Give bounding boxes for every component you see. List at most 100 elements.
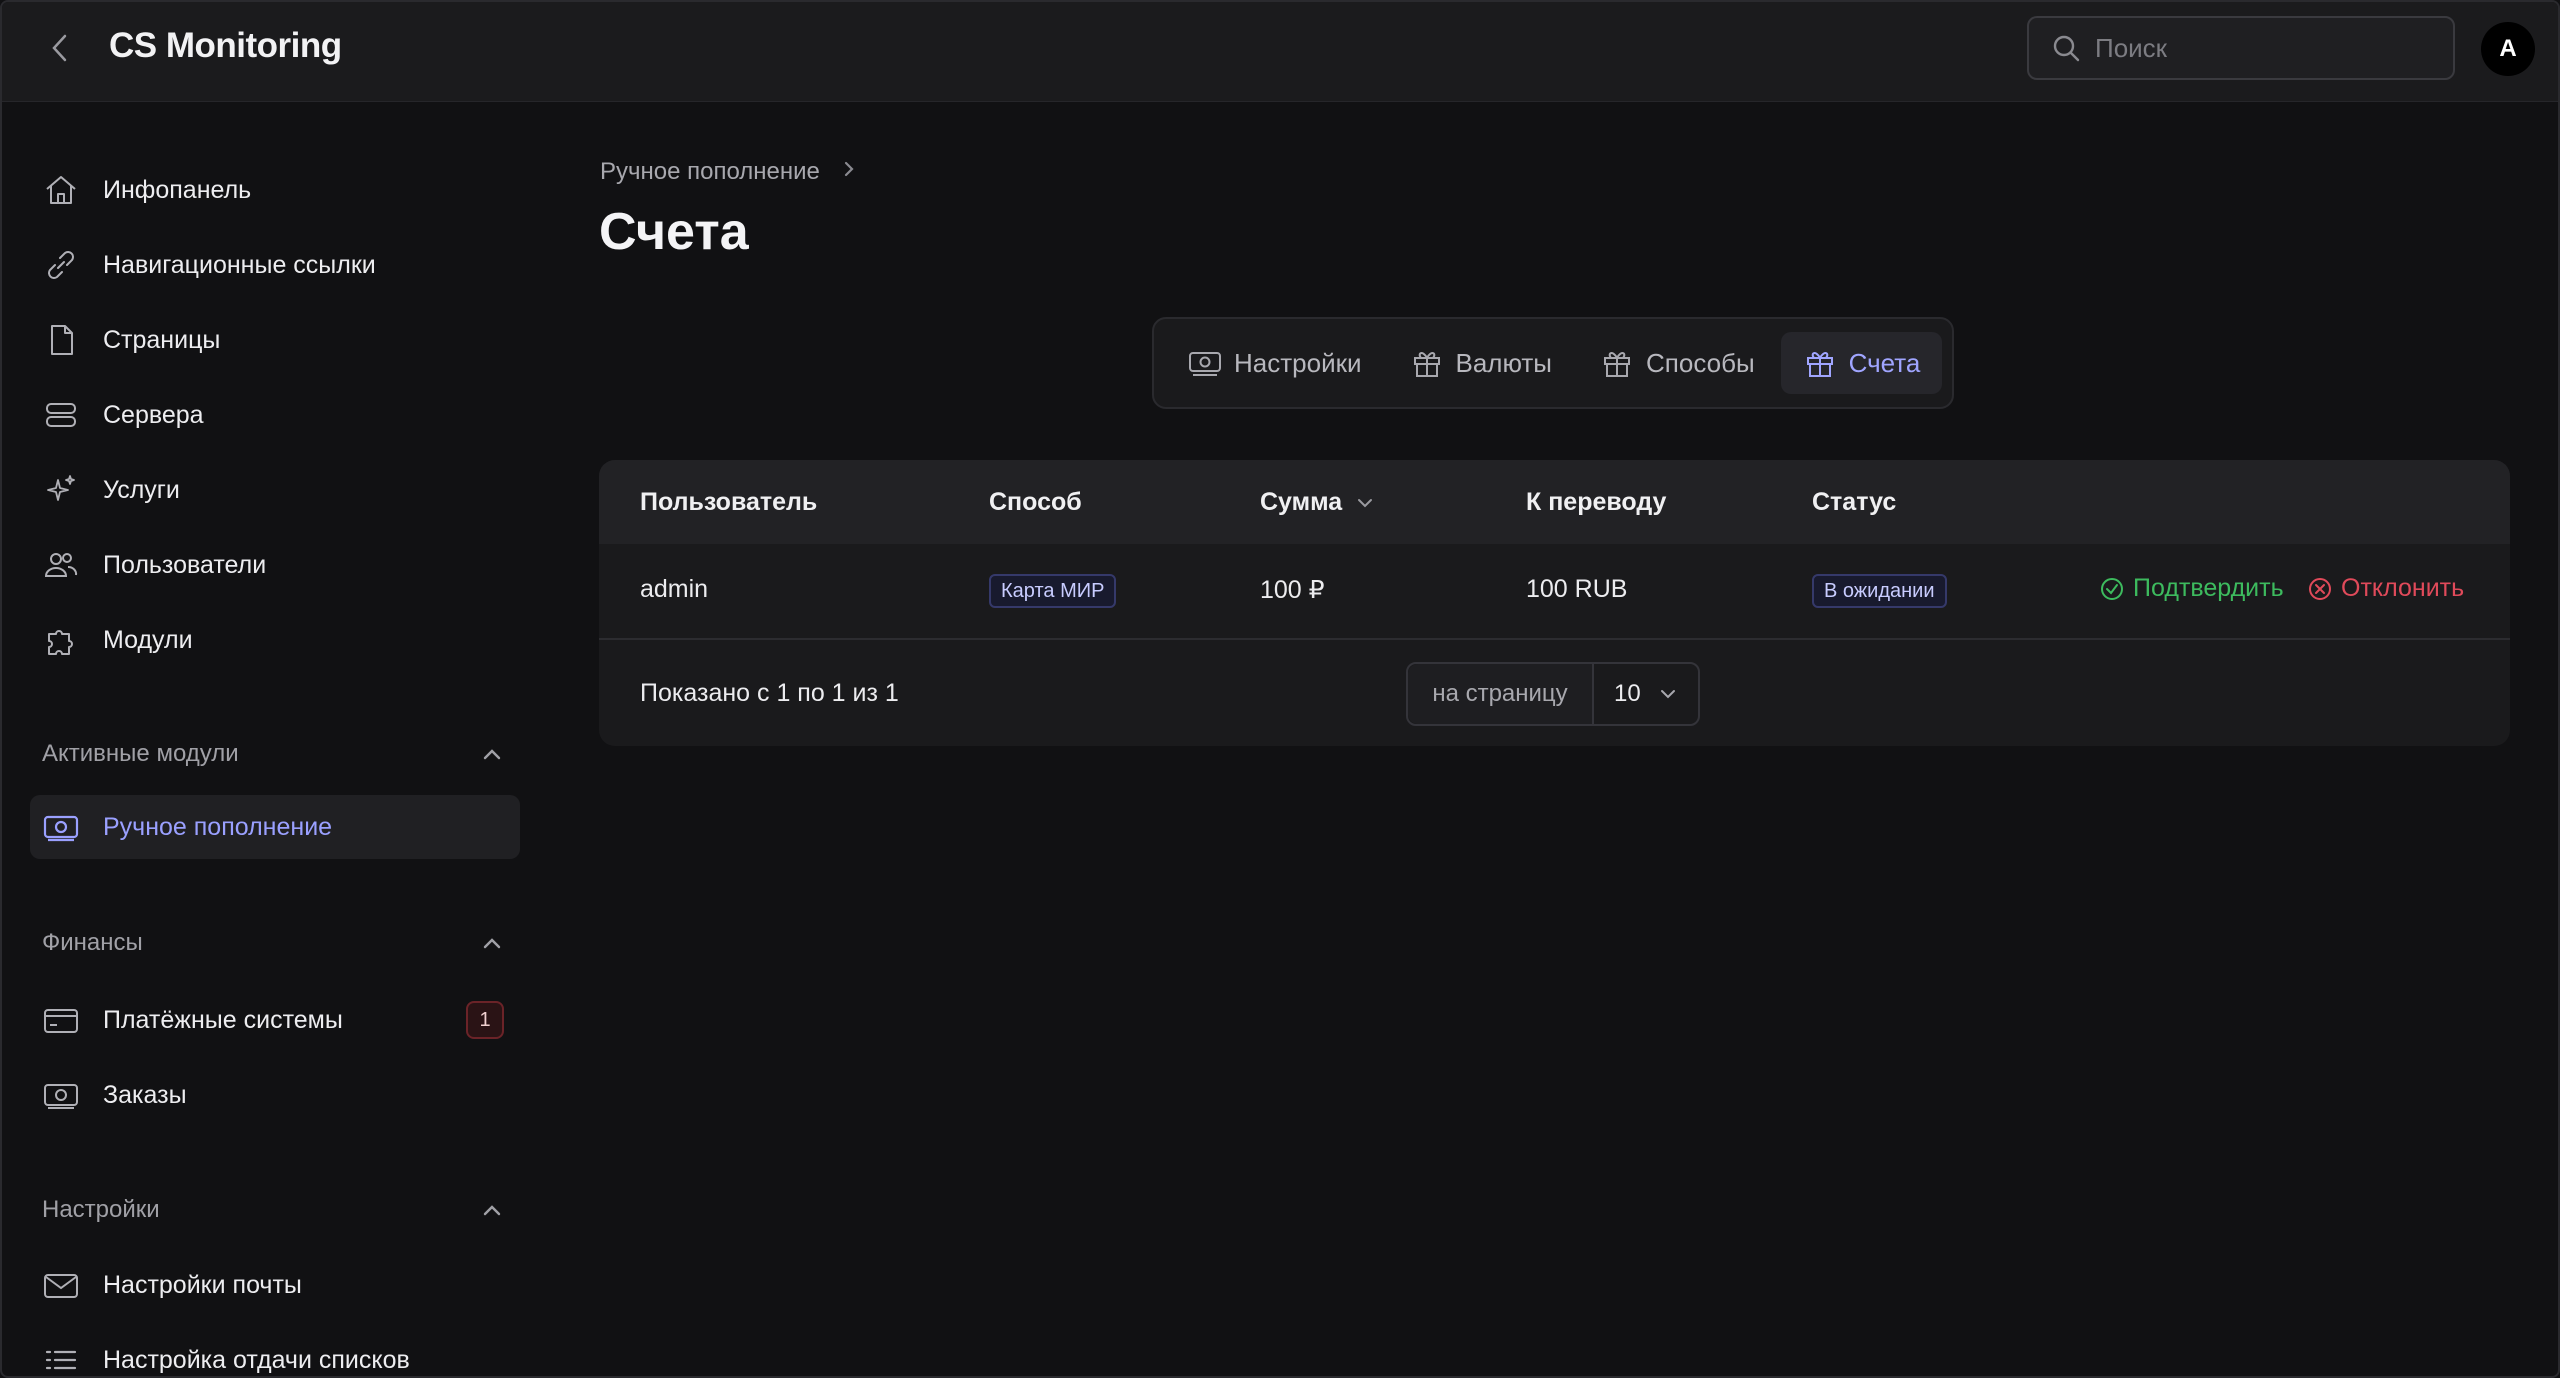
reject-button[interactable]: Отклонить xyxy=(2307,574,2464,603)
sidebar-item-label: Ручное пополнение xyxy=(103,812,333,841)
sidebar-item-label: Заказы xyxy=(103,1080,187,1109)
table-header: Пользователь Способ Сумма К переводу Ста… xyxy=(599,460,2510,544)
sidebar-item-nav-links[interactable]: Навигационные ссылки xyxy=(30,233,520,297)
gift-icon xyxy=(1803,346,1837,380)
puzzle-icon xyxy=(42,621,80,659)
sidebar-item-orders[interactable]: Заказы xyxy=(30,1063,520,1127)
sidebar-item-payment-systems[interactable]: Платёжные системы 1 xyxy=(30,988,520,1052)
sidebar-item-label: Услуги xyxy=(103,475,180,504)
chevron-down-icon xyxy=(1358,498,1373,507)
chevron-up-icon xyxy=(483,749,501,760)
per-page-label: на страницу xyxy=(1408,664,1594,724)
search-input[interactable] xyxy=(2095,32,2435,64)
per-page-value: 10 xyxy=(1614,680,1641,707)
money-icon xyxy=(1188,346,1222,380)
back-button[interactable] xyxy=(40,28,80,68)
sidebar-item-list-output[interactable]: Настройка отдачи списков xyxy=(30,1328,520,1376)
tab-methods[interactable]: Способы xyxy=(1578,332,1777,394)
sidebar-item-label: Модули xyxy=(103,625,193,654)
sidebar: Инфопанель Навигационные ссылки Страницы… xyxy=(2,102,542,1376)
column-header-status[interactable]: Статус xyxy=(1812,488,1896,517)
chevron-down-icon xyxy=(1660,690,1675,699)
sparkle-icon xyxy=(42,471,80,509)
sidebar-item-label: Инфопанель xyxy=(103,175,252,204)
column-header-method[interactable]: Способ xyxy=(989,488,1082,517)
tabs: Настройки Валюты Способы Счета xyxy=(1152,317,1954,409)
column-header-amount[interactable]: Сумма xyxy=(1260,488,1374,517)
cell-transfer: 100 RUB xyxy=(1526,575,1628,603)
sidebar-item-label: Навигационные ссылки xyxy=(103,250,376,279)
mail-icon xyxy=(42,1266,80,1304)
sidebar-item-modules[interactable]: Модули xyxy=(30,608,520,672)
sidebar-item-label: Платёжные системы xyxy=(103,1005,343,1034)
tab-label: Валюты xyxy=(1455,347,1553,378)
method-badge: Карта МИР xyxy=(989,574,1117,608)
tab-label: Настройки xyxy=(1234,347,1362,378)
column-header-label: Сумма xyxy=(1260,488,1343,516)
reject-label: Отклонить xyxy=(2341,574,2465,602)
sidebar-item-servers[interactable]: Сервера xyxy=(30,383,520,447)
top-bar: CS Monitoring A xyxy=(2,2,2558,102)
cell-user: admin xyxy=(640,575,709,603)
column-header-user[interactable]: Пользователь xyxy=(640,488,817,517)
tab-settings[interactable]: Настройки xyxy=(1166,332,1384,394)
sidebar-item-dashboard[interactable]: Инфопанель xyxy=(30,158,520,222)
cell-amount: 100 ₽ xyxy=(1260,576,1325,604)
list-icon xyxy=(42,1341,80,1376)
sidebar-item-label: Пользователи xyxy=(103,550,267,579)
tab-label: Способы xyxy=(1646,347,1755,378)
breadcrumb: Ручное пополнение xyxy=(600,158,856,186)
users-icon xyxy=(42,546,80,584)
section-finance[interactable]: Финансы xyxy=(42,923,502,963)
per-page-dropdown[interactable]: 10 xyxy=(1594,664,1698,724)
home-icon xyxy=(42,171,80,209)
search-icon xyxy=(2053,35,2080,62)
confirm-button[interactable]: Подтвердить xyxy=(2099,574,2284,603)
tab-invoices[interactable]: Счета xyxy=(1780,332,1943,394)
sidebar-item-label: Настройки почты xyxy=(103,1270,302,1299)
gift-icon xyxy=(1410,346,1444,380)
page-title: Счета xyxy=(599,203,749,261)
file-icon xyxy=(42,321,80,359)
money-icon xyxy=(42,808,80,846)
search-box[interactable] xyxy=(2027,16,2455,80)
sidebar-item-services[interactable]: Услуги xyxy=(30,458,520,522)
section-title: Активные модули xyxy=(42,740,239,767)
server-icon xyxy=(42,396,80,434)
app-window: CS Monitoring A Инфопанель Навигационные… xyxy=(0,0,2560,1378)
x-circle-icon xyxy=(2307,576,2333,602)
check-circle-icon xyxy=(2099,576,2125,602)
section-title: Финансы xyxy=(42,929,143,956)
sidebar-item-label: Страницы xyxy=(103,325,221,354)
card-icon xyxy=(42,1001,80,1039)
link-icon xyxy=(42,246,80,284)
table-row: admin Карта МИР 100 ₽ 100 RUB В ожидании… xyxy=(599,544,2510,640)
confirm-label: Подтвердить xyxy=(2133,574,2284,602)
per-page-select: на страницу 10 xyxy=(1406,662,1700,726)
notification-badge: 1 xyxy=(466,1001,504,1039)
avatar[interactable]: A xyxy=(2481,22,2535,76)
breadcrumb-link[interactable]: Ручное пополнение xyxy=(600,158,820,186)
chevron-up-icon xyxy=(483,1205,501,1216)
sidebar-item-manual-topup[interactable]: Ручное пополнение xyxy=(30,795,520,859)
sidebar-item-pages[interactable]: Страницы xyxy=(30,308,520,372)
table-footer: Показано с 1 по 1 из 1 на страницу 10 xyxy=(599,642,2510,746)
invoices-table: Пользователь Способ Сумма К переводу Ста… xyxy=(599,460,2510,746)
section-active-modules[interactable]: Активные модули xyxy=(42,734,502,774)
section-title: Настройки xyxy=(42,1196,160,1223)
pagination-summary: Показано с 1 по 1 из 1 xyxy=(640,679,899,707)
status-badge: В ожидании xyxy=(1812,574,1947,608)
tab-label: Счета xyxy=(1848,347,1921,378)
chevron-up-icon xyxy=(483,938,501,949)
chevron-right-icon xyxy=(842,158,856,186)
chevron-left-icon xyxy=(52,34,67,62)
app-title: CS Monitoring xyxy=(109,26,342,65)
column-header-transfer[interactable]: К переводу xyxy=(1526,488,1666,517)
gift-icon xyxy=(1600,346,1634,380)
section-settings[interactable]: Настройки xyxy=(42,1190,502,1230)
sidebar-item-label: Сервера xyxy=(103,400,204,429)
sidebar-item-users[interactable]: Пользователи xyxy=(30,533,520,597)
sidebar-item-mail-settings[interactable]: Настройки почты xyxy=(30,1253,520,1317)
sidebar-item-label: Настройка отдачи списков xyxy=(103,1345,410,1374)
tab-currencies[interactable]: Валюты xyxy=(1388,332,1575,394)
